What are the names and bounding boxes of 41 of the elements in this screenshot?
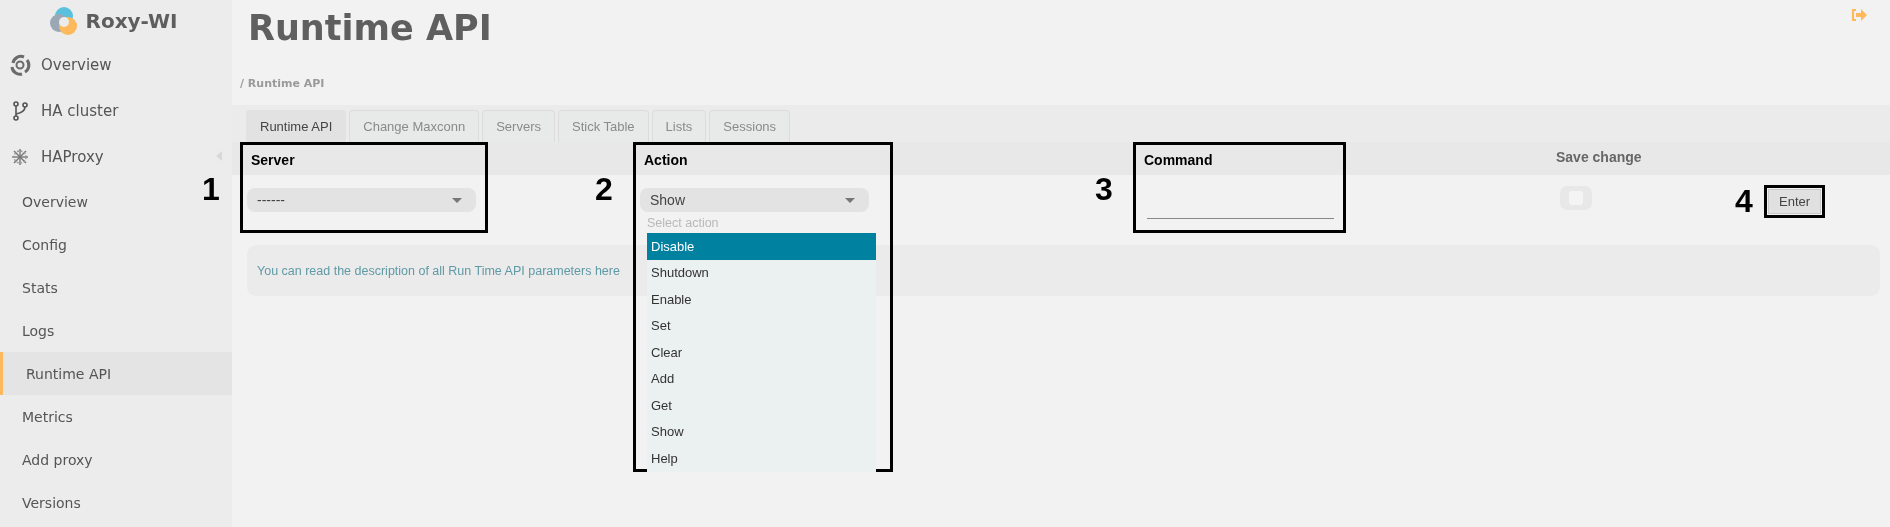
sidebar-item[interactable]: Logs xyxy=(22,309,55,352)
dropdown-option[interactable]: Clear xyxy=(647,339,876,366)
caret-icon xyxy=(845,197,855,203)
column-header: Action xyxy=(643,151,689,170)
snowflake-icon xyxy=(9,146,31,168)
dropdown-option[interactable]: Help xyxy=(647,445,876,472)
annotation-number: 1 xyxy=(202,171,220,208)
dropdown-option[interactable]: Set xyxy=(647,312,876,339)
page-title: Runtime API xyxy=(248,7,492,50)
info-text: You can read the description of all Run Time API parameters here xyxy=(257,263,620,278)
disabled-option: Select action xyxy=(647,212,890,233)
sidebar-item[interactable]: HA cluster xyxy=(0,88,232,134)
dropdown-option[interactable]: Get xyxy=(647,392,876,419)
tab[interactable]: Runtime API xyxy=(246,110,347,142)
sidebar-item[interactable]: Versions xyxy=(22,481,81,524)
logout-icon[interactable] xyxy=(1850,8,1868,22)
swirl-icon xyxy=(9,54,31,76)
annotation-number: 2 xyxy=(595,171,613,208)
column-header: Server xyxy=(250,151,296,170)
sidebar-item[interactable]: Overview xyxy=(0,42,232,88)
annotation-number: 4 xyxy=(1735,183,1753,220)
dropdown-option[interactable]: Shutdown xyxy=(647,259,876,286)
dropdown-option[interactable]: Show xyxy=(647,418,876,445)
annotation-number: 3 xyxy=(1095,171,1113,208)
caret-icon xyxy=(452,197,462,203)
select-field[interactable]: ------ xyxy=(247,188,476,212)
sidebar-item[interactable]: Runtime API xyxy=(0,352,232,395)
enter-button[interactable]: Enter xyxy=(1768,189,1822,214)
column-header: Save change xyxy=(1555,148,1643,167)
sidebar-item[interactable]: Metrics xyxy=(22,395,73,438)
sidebar-item[interactable]: Config xyxy=(22,223,67,266)
app-name: Roxy-WI xyxy=(85,9,178,33)
dropdown-option[interactable]: Disable xyxy=(647,233,876,260)
select-field[interactable]: Show xyxy=(640,188,869,212)
sidebar-item[interactable]: Stats xyxy=(22,266,58,309)
column-header: Command xyxy=(1143,151,1214,170)
dropdown-option[interactable]: Add xyxy=(647,365,876,392)
sidebar-item[interactable]: Overview xyxy=(22,180,88,223)
sidebar-item[interactable]: Add proxy xyxy=(22,438,93,481)
breadcrumb: / Runtime API xyxy=(240,76,325,92)
dropdown-option[interactable]: Enable xyxy=(647,286,876,313)
